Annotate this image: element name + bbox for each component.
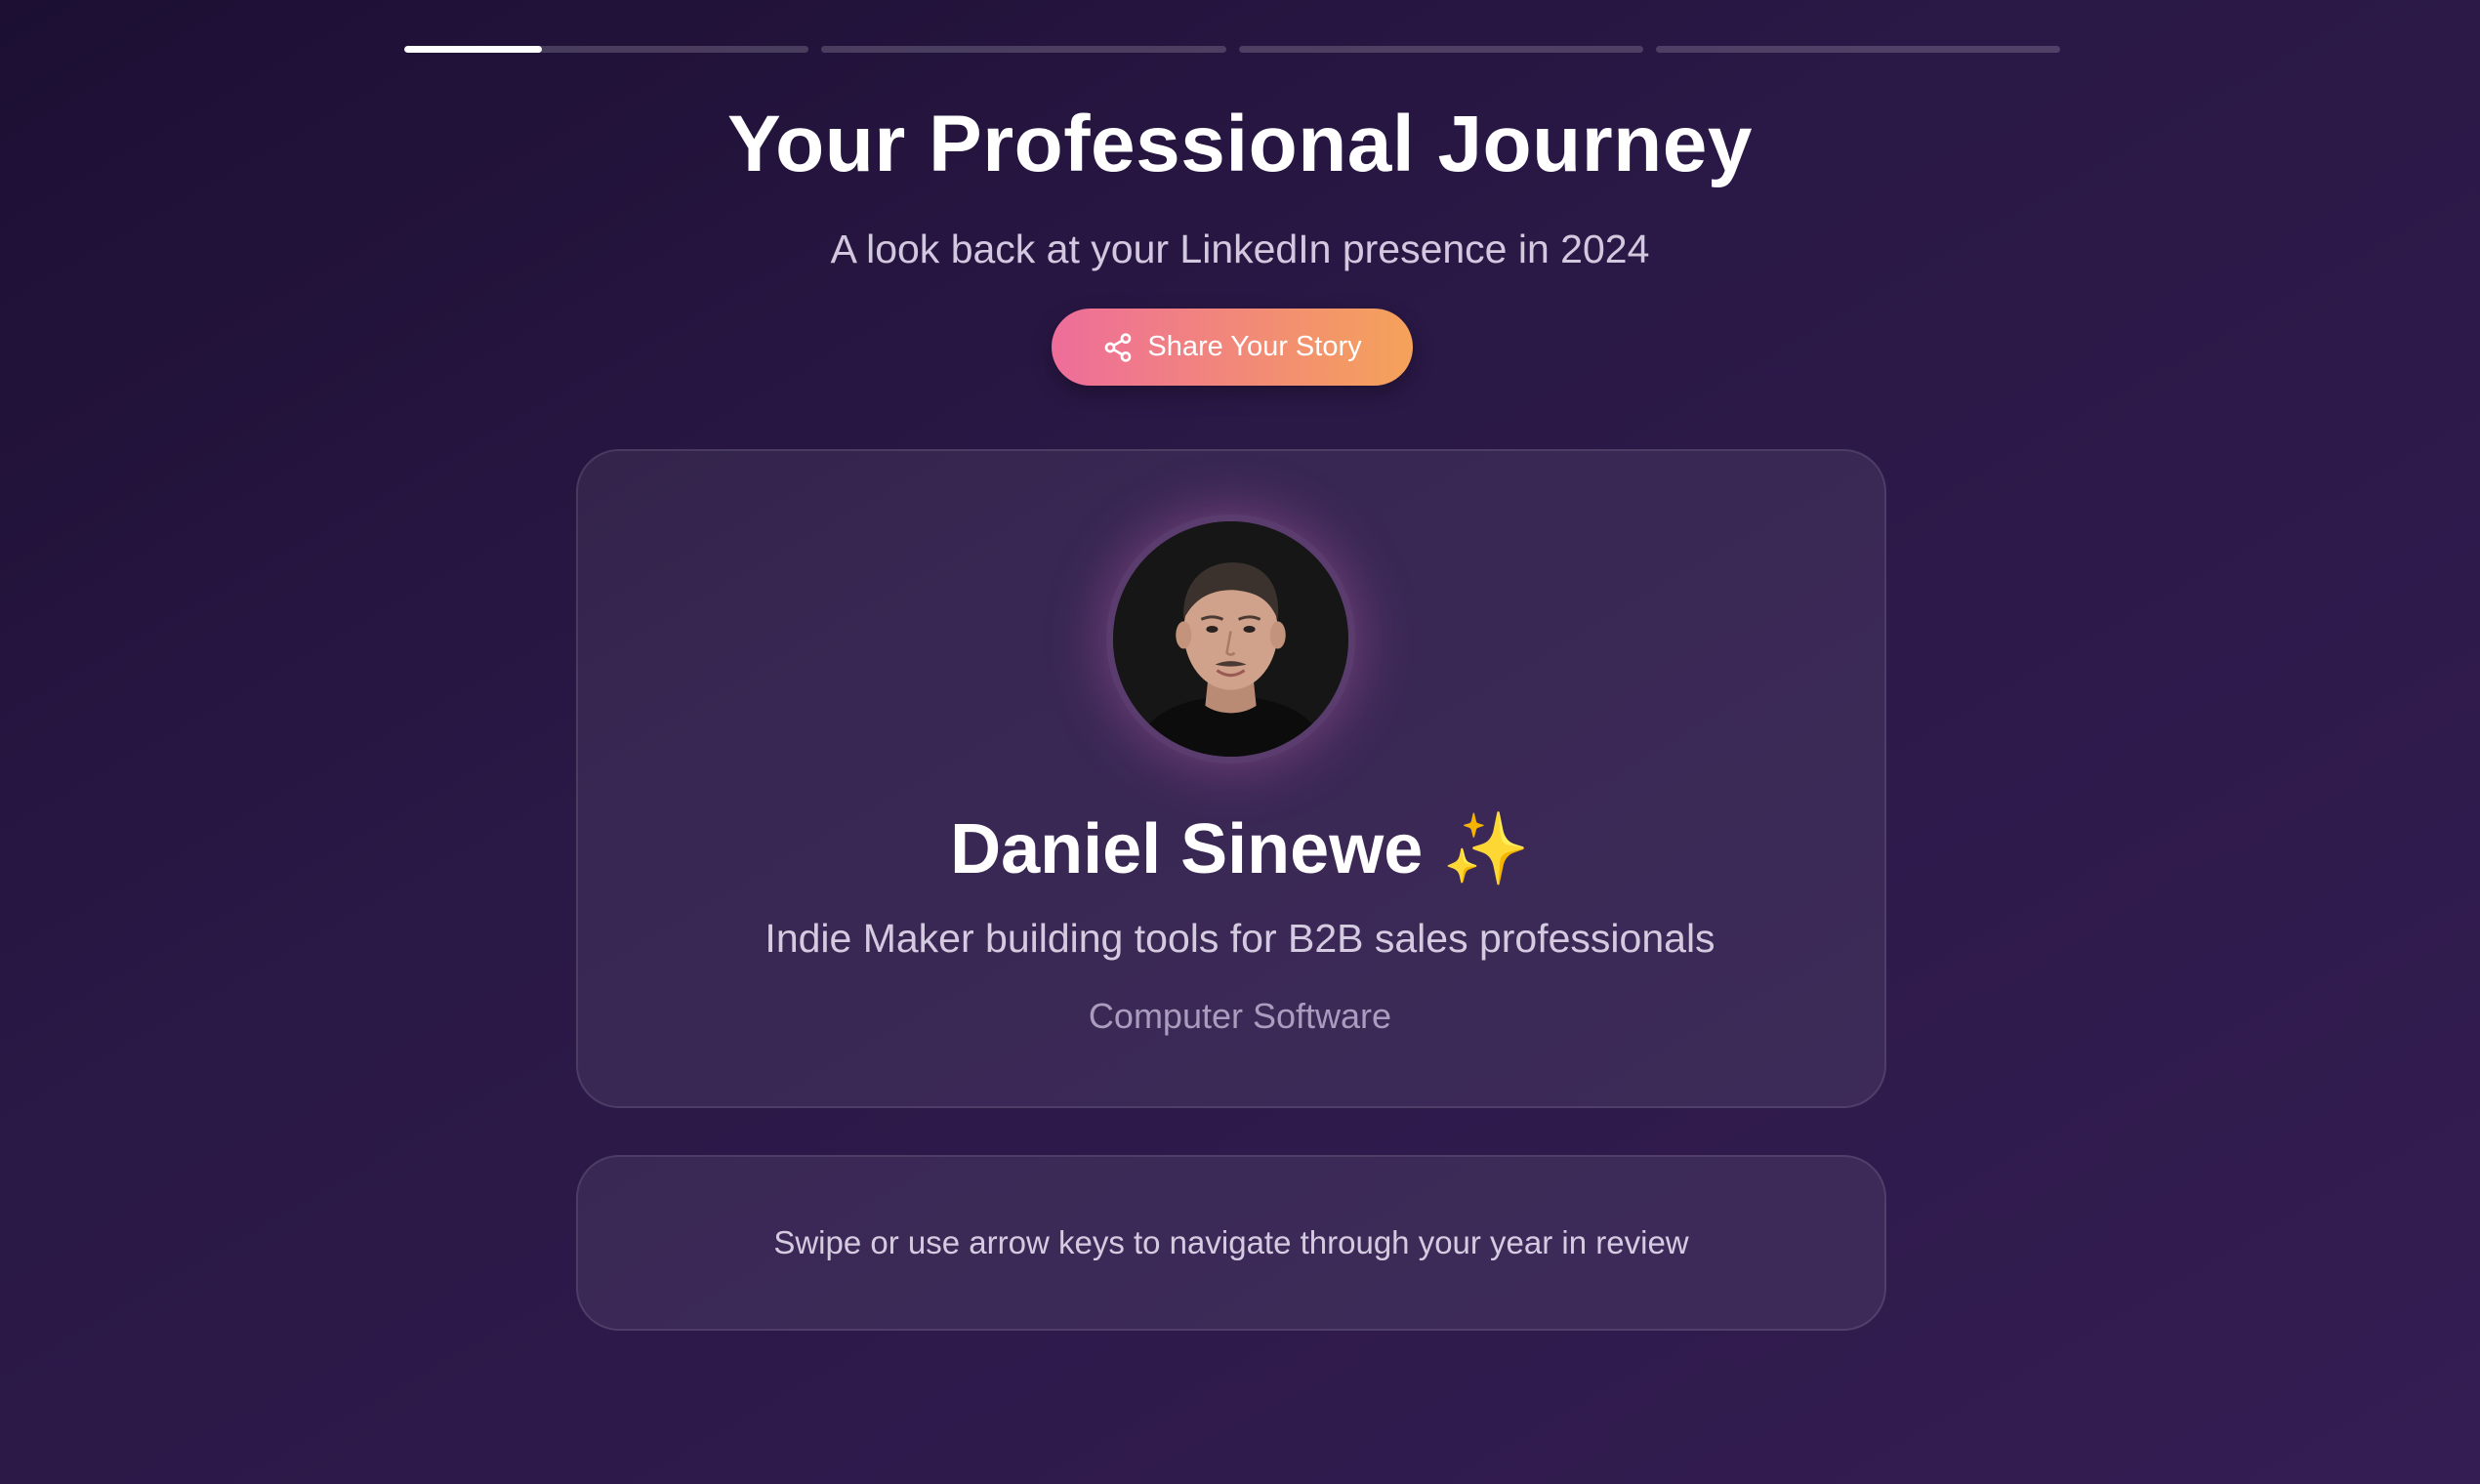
progress-segment-2: [821, 46, 1226, 53]
sparkle-icon: ✨: [1442, 810, 1530, 888]
profile-photo: [1113, 521, 1348, 757]
navigation-hint: Swipe or use arrow keys to navigate thro…: [773, 1224, 1689, 1260]
avatar: [1106, 515, 1355, 763]
profile-headline: Indie Maker building tools for B2B sales…: [765, 916, 1715, 961]
story-progress-bar: [404, 46, 2060, 53]
share-icon: [1102, 332, 1134, 363]
profile-name-text: Daniel Sinewe: [950, 810, 1424, 888]
share-button-label: Share Your Story: [1147, 331, 1362, 362]
profile-name: Daniel Sinewe ✨: [0, 805, 2480, 893]
progress-segment-3: [1238, 46, 1643, 53]
progress-segment-1: [404, 46, 809, 53]
progress-fill: [404, 46, 542, 53]
share-story-button[interactable]: Share Your Story: [1052, 309, 1413, 386]
navigation-hint-card: Swipe or use arrow keys to navigate thro…: [576, 1155, 1886, 1331]
profile-industry: Computer Software: [1088, 996, 1392, 1036]
progress-segment-4: [1655, 46, 2060, 53]
page-title: Your Professional Journey: [727, 100, 1753, 188]
page-subtitle: A look back at your LinkedIn presence in…: [830, 227, 1650, 271]
